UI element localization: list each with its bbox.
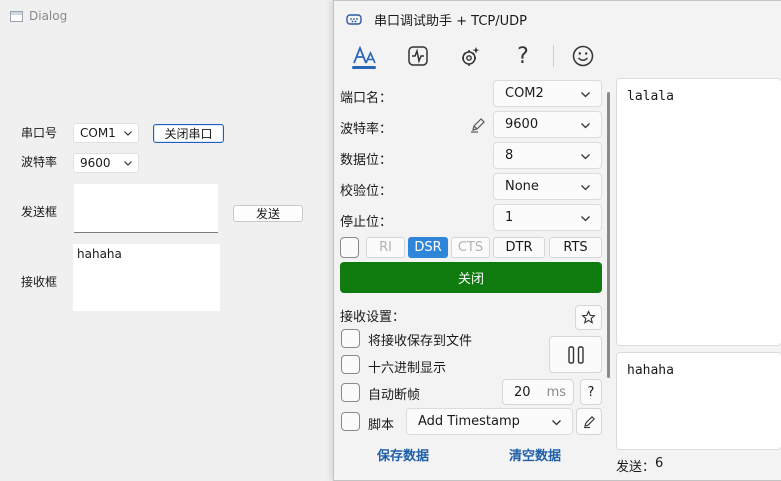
close-port-button[interactable]: 关闭 — [340, 262, 602, 293]
dtr-toggle-button[interactable]: DTR — [493, 237, 545, 258]
active-tab-indicator — [352, 66, 376, 69]
parity-value: None — [505, 179, 539, 194]
script-value: Add Timestamp — [418, 414, 520, 429]
recv-settings-heading: 接收设置： — [340, 310, 406, 325]
script-label: 脚本 — [368, 418, 395, 433]
tab-waveform[interactable] — [403, 41, 433, 71]
auto-frame-checkbox[interactable] — [341, 383, 360, 402]
save-to-file-label: 将接收保存到文件 — [368, 334, 473, 349]
frame-ms-input[interactable]: 20 ms — [502, 379, 574, 405]
port-name-label: 端口名： — [340, 91, 393, 106]
chevron-down-icon — [581, 92, 590, 98]
tab-help[interactable]: ? — [508, 41, 538, 71]
waveform-icon — [408, 46, 428, 66]
chevron-down-icon — [124, 161, 132, 166]
port-name-value: COM2 — [505, 86, 544, 101]
receive-textbox[interactable]: lalala — [616, 78, 781, 346]
rts-toggle-button[interactable]: RTS — [549, 237, 602, 258]
dialog-titlebar: Dialog — [10, 9, 67, 23]
help-icon: ? — [587, 384, 595, 400]
clear-data-link[interactable]: 清空数据 — [509, 445, 561, 464]
stop-bits-label: 停止位： — [340, 215, 393, 230]
app-title: 串口调试助手 + TCP/UDP — [374, 14, 527, 29]
dsr-indicator: DSR — [408, 237, 448, 258]
stop-bits-combo[interactable]: 1 — [493, 204, 602, 231]
baud-rate-label: 波特率： — [340, 122, 393, 137]
ri-indicator: RI — [366, 237, 405, 258]
stop-bits-value: 1 — [505, 210, 514, 225]
pause-icon — [567, 345, 584, 364]
toolbar-divider — [553, 45, 554, 67]
auto-frame-label: 自动断帧 — [368, 388, 421, 403]
dialog-title: Dialog — [29, 9, 68, 23]
baud-label: 波特率 — [21, 155, 58, 169]
settings-panel: 端口名： COM2 波特率： 9600 数据位： 8 校验位： None 停止位… — [334, 78, 614, 481]
parity-label: 校验位： — [340, 184, 393, 199]
send-count-value: 6 — [655, 456, 664, 471]
dialog-send-textbox[interactable] — [74, 184, 218, 233]
window-icon — [10, 10, 23, 22]
chevron-down-icon — [581, 216, 590, 222]
chevron-down-icon — [552, 420, 561, 426]
data-bits-value: 8 — [505, 148, 514, 163]
font-a-icon — [353, 45, 376, 64]
port-combo[interactable]: COM1 — [73, 123, 139, 143]
send-count-label: 发送： — [616, 460, 656, 475]
save-to-file-checkbox[interactable] — [341, 329, 360, 348]
tab-tools[interactable] — [456, 41, 486, 71]
serial-tool-window: 串口调试助手 + TCP/UDP ? 端口名： COM2 波特率： 9600 数… — [333, 0, 781, 481]
send-textbox[interactable]: hahaha — [616, 352, 781, 450]
port-name-combo[interactable]: COM2 — [493, 80, 602, 107]
chevron-down-icon — [124, 131, 132, 136]
text-panel: lalala hahaha 发送： 6 — [616, 78, 781, 481]
recv-label: 接收框 — [21, 275, 58, 289]
star-icon — [581, 310, 596, 324]
settings-gear-icon — [462, 47, 480, 66]
app-titlebar: 串口调试助手 + TCP/UDP — [346, 10, 527, 29]
hex-display-label: 十六进制显示 — [368, 361, 447, 376]
signal-enable-checkbox[interactable] — [340, 237, 359, 258]
dialog-window: Dialog 串口号 COM1 关闭串口 波特率 9600 发送框 发送 接收框… — [0, 0, 340, 481]
hex-display-checkbox[interactable] — [341, 355, 360, 374]
chevron-down-icon — [581, 123, 590, 129]
script-combo[interactable]: Add Timestamp — [406, 408, 573, 435]
toolbar: ? — [334, 37, 781, 75]
frame-ms-unit: ms — [546, 384, 566, 400]
dialog-recv-textbox[interactable]: hahaha — [73, 244, 220, 311]
port-combo-value: COM1 — [80, 126, 116, 140]
pause-button[interactable] — [549, 336, 602, 373]
data-bits-combo[interactable]: 8 — [493, 142, 602, 169]
port-label: 串口号 — [21, 126, 58, 140]
frame-ms-value: 20 — [514, 384, 531, 400]
baud-rate-combo[interactable]: 9600 — [493, 111, 602, 138]
baud-rate-value: 9600 — [505, 117, 539, 132]
baud-combo-value: 9600 — [80, 156, 111, 170]
favorite-button[interactable] — [575, 305, 602, 330]
send-label: 发送框 — [21, 205, 58, 219]
close-port-button[interactable]: 关闭串口 — [153, 124, 224, 143]
cts-indicator: CTS — [451, 237, 490, 258]
edit-pen-icon[interactable] — [469, 116, 487, 134]
edit-script-button[interactable] — [576, 408, 602, 435]
send-button[interactable]: 发送 — [233, 205, 303, 222]
chevron-down-icon — [581, 154, 590, 160]
frame-help-button[interactable]: ? — [580, 379, 602, 405]
settings-scrollbar[interactable] — [607, 92, 610, 378]
parity-combo[interactable]: None — [493, 173, 602, 200]
tab-about[interactable] — [568, 41, 598, 71]
serial-port-icon — [346, 13, 362, 25]
script-checkbox[interactable] — [341, 412, 360, 431]
chevron-down-icon — [581, 185, 590, 191]
baud-combo[interactable]: 9600 — [73, 153, 139, 173]
send-count-status: 发送： 6 — [616, 456, 663, 475]
save-data-link[interactable]: 保存数据 — [377, 445, 429, 464]
help-icon: ? — [517, 43, 529, 69]
data-bits-label: 数据位： — [340, 153, 393, 168]
edit-pen-icon — [583, 416, 595, 429]
smiley-icon — [572, 45, 594, 67]
